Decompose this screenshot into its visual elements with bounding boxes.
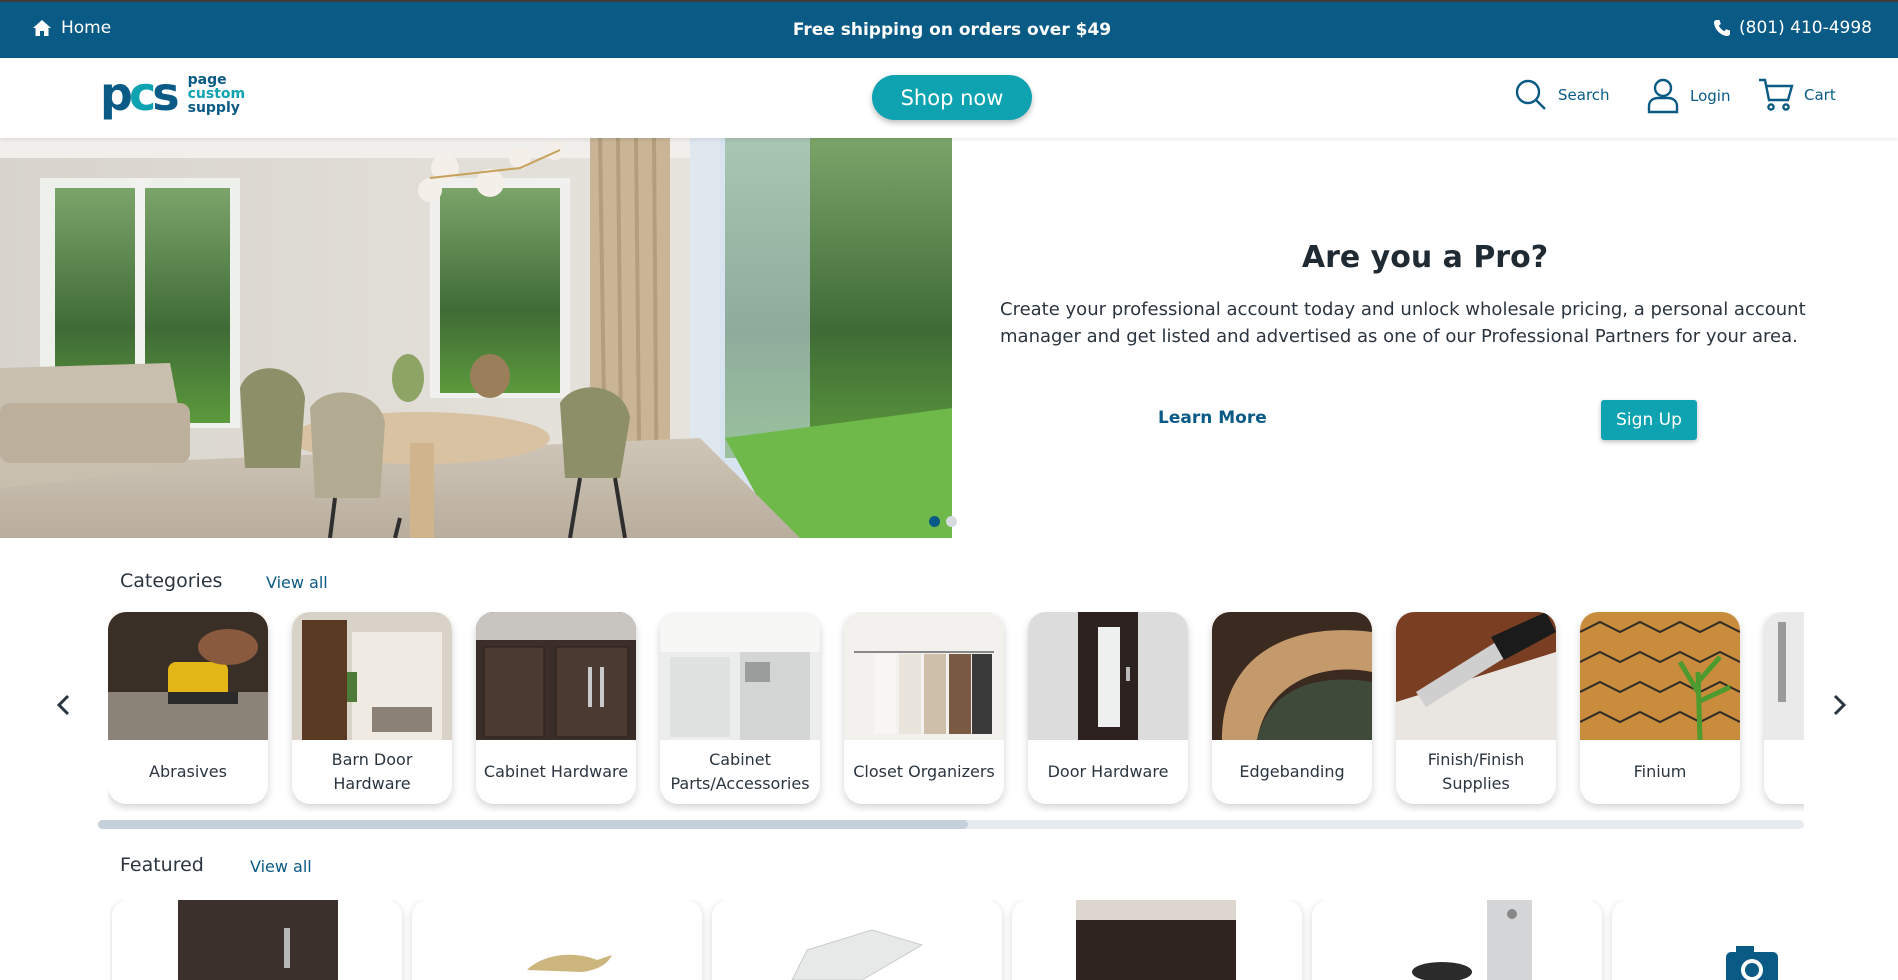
chevron-left-icon [56, 694, 70, 716]
category-card-partial[interactable] [1764, 612, 1804, 804]
category-card-finium[interactable]: Finium [1580, 612, 1740, 804]
category-card-finish-finish-supplies[interactable]: Finish/Finish Supplies [1396, 612, 1556, 804]
hero-description: Create your professional account today a… [1000, 299, 1806, 347]
featured-view-all-link[interactable]: View all [250, 857, 312, 876]
slider-dot-1[interactable] [929, 516, 940, 527]
logo[interactable]: pcs page custom supply [100, 71, 245, 117]
search-label: Search [1558, 86, 1610, 104]
search-icon [1515, 79, 1546, 110]
login-label: Login [1690, 87, 1731, 105]
categories-view-all-link[interactable]: View all [266, 573, 328, 592]
product-image [527, 954, 612, 972]
category-card-door-hardware[interactable]: Door Hardware [1028, 612, 1188, 804]
featured-product-card[interactable] [1312, 900, 1602, 980]
category-card-cabinet-parts-accessories[interactable]: Cabinet Parts/Accessories [660, 612, 820, 804]
categories-title: Categories [120, 570, 223, 592]
logo-word-custom: custom [187, 86, 246, 102]
hero-slider-dots [929, 516, 957, 527]
phone-icon [1714, 20, 1731, 36]
cart-button[interactable]: Cart [1758, 78, 1836, 112]
product-image [1076, 900, 1236, 980]
category-card-closet-organizers[interactable]: Closet Organizers [844, 612, 1004, 804]
sign-up-button[interactable]: Sign Up [1601, 400, 1697, 440]
cart-label: Cart [1804, 86, 1836, 104]
categories-carousel: Abrasives Barn Door Hardware Cabinet Har… [108, 612, 1804, 812]
camera-icon [1726, 946, 1778, 980]
featured-product-card[interactable] [112, 900, 402, 980]
featured-product-card[interactable] [412, 900, 702, 980]
category-label: Edgebanding [1239, 762, 1345, 781]
category-image [292, 612, 452, 740]
category-label: Abrasives [149, 762, 227, 781]
category-image [844, 612, 1004, 740]
category-card-barn-door-hardware[interactable]: Barn Door Hardware [292, 612, 452, 804]
category-image [1212, 612, 1372, 740]
cart-icon [1759, 78, 1794, 111]
product-image [178, 900, 338, 980]
phone-number: (801) 410-4998 [1739, 18, 1872, 38]
category-label: Cabinet Hardware [483, 762, 629, 781]
product-image [791, 929, 924, 980]
category-image [660, 612, 820, 740]
product-image [1412, 900, 1532, 980]
categories-next-button[interactable] [1825, 690, 1855, 720]
category-image [108, 612, 268, 740]
featured-product-card-no-image[interactable] [1612, 900, 1804, 980]
category-label: Door Hardware [1047, 762, 1169, 781]
category-label: Finium [1633, 762, 1687, 781]
category-card-cabinet-hardware[interactable]: Cabinet Hardware [476, 612, 636, 804]
category-image [1028, 612, 1188, 740]
login-button[interactable]: Login [1646, 78, 1730, 114]
logo-wordmark: page custom supply [188, 73, 246, 115]
category-label: Cabinet Parts/Accessories [670, 750, 810, 793]
logo-mark: pcs [100, 67, 180, 121]
chevron-right-icon [1833, 694, 1847, 716]
category-image [1764, 612, 1804, 740]
hero-title: Are you a Pro? [1301, 240, 1549, 275]
search-button[interactable]: Search [1514, 78, 1610, 112]
category-label: Barn Door Hardware [331, 750, 413, 793]
logo-word-page: page [187, 72, 227, 88]
user-icon [1647, 78, 1679, 114]
logo-word-supply: supply [187, 100, 240, 116]
site-header: pcs page custom supply Shop now Search L… [0, 58, 1898, 138]
category-card-edgebanding[interactable]: Edgebanding [1212, 612, 1372, 804]
phone-link[interactable]: (801) 410-4998 [1713, 18, 1872, 38]
free-shipping-promo: Free shipping on orders over $49 [792, 20, 1112, 40]
category-image [1396, 612, 1556, 740]
categories-scrollbar[interactable] [98, 820, 1804, 829]
category-card-abrasives[interactable]: Abrasives [108, 612, 268, 804]
category-label: Closet Organizers [853, 762, 995, 781]
featured-carousel [110, 900, 1804, 980]
category-label: Finish/Finish Supplies [1427, 750, 1525, 793]
featured-title: Featured [120, 854, 204, 876]
category-image [476, 612, 636, 740]
featured-product-card[interactable] [1012, 900, 1302, 980]
pro-account-panel: Are you a Pro? Create your professional … [952, 138, 1898, 538]
shop-now-button[interactable]: Shop now [872, 75, 1032, 120]
learn-more-link[interactable]: Learn More [1158, 408, 1267, 428]
top-announcement-bar: Home Free shipping on orders over $49 (8… [0, 0, 1898, 58]
slider-dot-2[interactable] [946, 516, 957, 527]
featured-product-card[interactable] [712, 900, 1002, 980]
hero-image [0, 138, 952, 538]
categories-prev-button[interactable] [48, 690, 78, 720]
categories-scroll-thumb[interactable] [98, 820, 969, 829]
category-image [1580, 612, 1740, 740]
